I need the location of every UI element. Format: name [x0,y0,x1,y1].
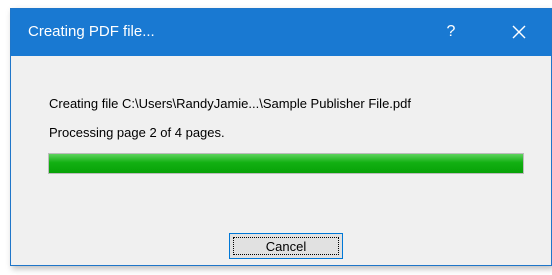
cancel-button[interactable]: Cancel [229,233,343,259]
title-bar[interactable]: Creating PDF file... ? [11,9,551,56]
close-button[interactable] [505,18,533,46]
file-path-message: Creating file C:\Users\RandyJamie...\Sam… [49,96,411,111]
progress-bar-fill [49,154,523,173]
create-pdf-dialog: Creating PDF file... ? Creating file C:\… [10,8,552,266]
window-title: Creating PDF file... [28,23,155,40]
cancel-button-label: Cancel [265,238,307,254]
help-button[interactable]: ? [437,20,465,44]
page-progress-message: Processing page 2 of 4 pages. [49,125,225,140]
close-icon [512,25,526,39]
progress-bar [48,153,524,174]
